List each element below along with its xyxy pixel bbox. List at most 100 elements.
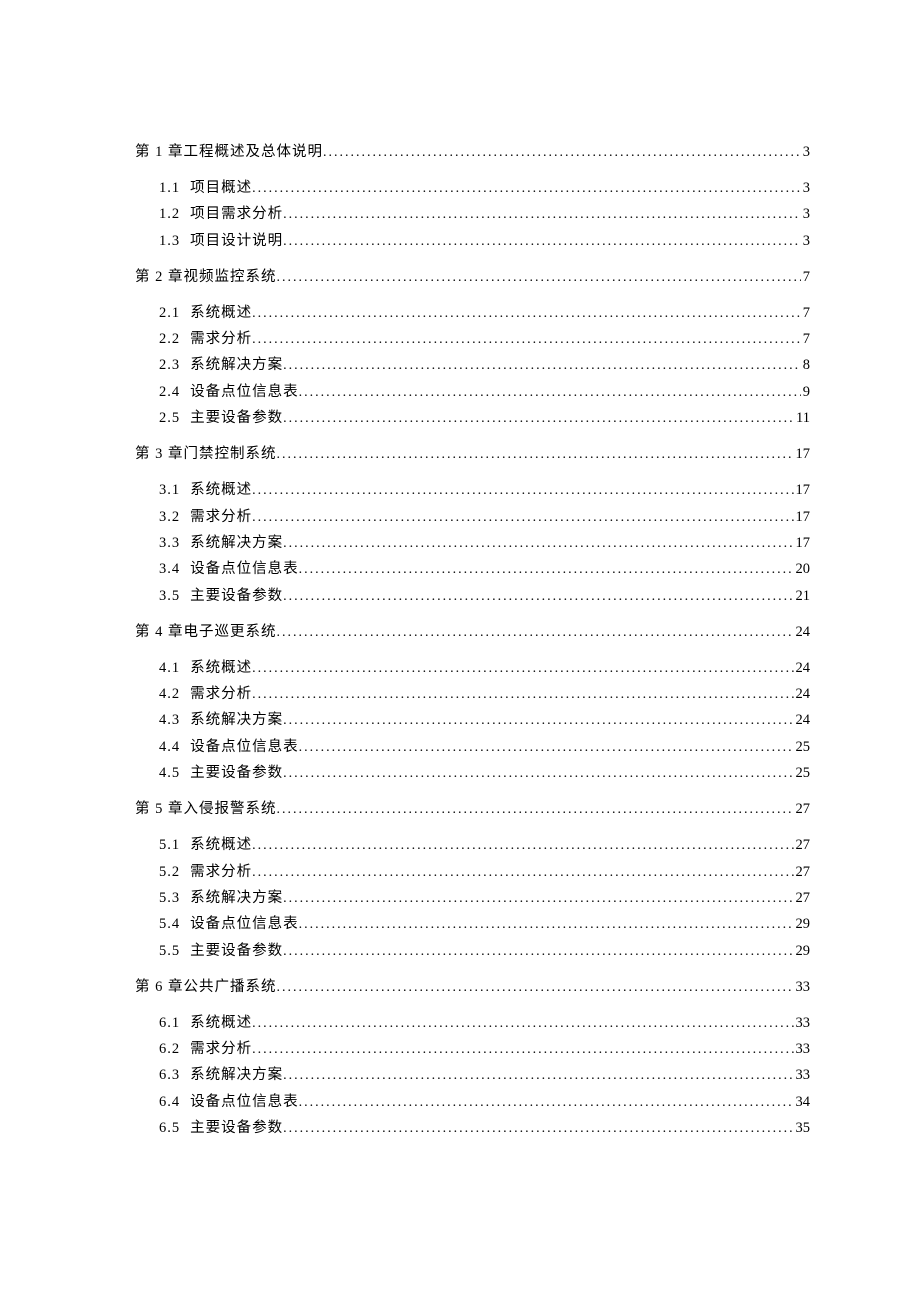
toc-dot-leader: [283, 534, 793, 554]
toc-entry-page: 25: [794, 737, 811, 758]
toc-entry-number: 1.3: [159, 231, 180, 252]
toc-entry-page: 24: [794, 684, 811, 705]
toc-section-row[interactable]: 4.3系统解决方案24: [135, 710, 810, 731]
toc-entry-number: 2.4: [159, 382, 180, 403]
toc-entry-title: 电子巡更系统: [184, 625, 277, 640]
toc-entry-number: 2.3: [159, 355, 180, 376]
toc-section-row[interactable]: 5.2 需求分析 27: [135, 862, 810, 883]
toc-chapter-row[interactable]: 第 2 章视频监控系统7: [135, 270, 810, 285]
toc-dot-leader: [252, 1014, 793, 1034]
toc-entry-page: 35: [794, 1118, 811, 1139]
toc-dot-leader: [283, 889, 793, 909]
toc-entry-page: 7: [801, 270, 810, 285]
toc-section-row[interactable]: 1.2项目需求分析3: [135, 204, 810, 225]
toc-section-row[interactable]: 4.2需求分析24: [135, 684, 810, 705]
toc-dot-leader: [252, 330, 801, 350]
toc-section-row[interactable]: 1.3项目设计说明3: [135, 231, 810, 252]
toc-section-row[interactable]: 3.5主要设备参数21: [135, 586, 810, 607]
toc-entry-title: 需求分析: [190, 862, 252, 883]
toc-entry-title: 系统解决方案: [190, 1065, 283, 1086]
toc-entry-page: 29: [794, 914, 811, 935]
toc-dot-leader: [283, 1119, 793, 1139]
toc-section-row[interactable]: 4.5主要设备参数25: [135, 763, 810, 784]
toc-entry-title: 主要设备参数: [190, 1118, 283, 1139]
toc-entry-title: 项目需求分析: [190, 204, 283, 225]
toc-entry-number: 第 1 章: [135, 145, 184, 160]
toc-chapter-row[interactable]: 第 5 章入侵报警系统27: [135, 802, 810, 817]
toc-section-row[interactable]: 1.1项目概述3: [135, 178, 810, 199]
toc-section-row[interactable]: 2.4设备点位信息表9: [135, 382, 810, 403]
toc-entry-title: 系统概述: [190, 303, 252, 324]
toc-entry-title: 设备点位信息表: [190, 737, 299, 758]
toc-entry-number: 4.4: [159, 737, 180, 758]
toc-entry-title: 主要设备参数: [190, 763, 283, 784]
toc-entry-number: 5.5: [159, 941, 180, 962]
toc-entry-number: 3.2: [159, 507, 180, 528]
toc-chapter-row[interactable]: 第 4 章电子巡更系统24: [135, 625, 810, 640]
toc-entry-page: 11: [794, 408, 810, 429]
toc-dot-leader: [252, 659, 793, 679]
toc-section-row[interactable]: 3.1系统概述17: [135, 480, 810, 501]
toc-chapter-row[interactable]: 第 6 章公共广播系统33: [135, 980, 810, 995]
toc-section-row[interactable]: 6.3系统解决方案33: [135, 1065, 810, 1086]
toc-section-row[interactable]: 6.4设备点位信息表34: [135, 1092, 810, 1113]
toc-entry-page: 27: [794, 862, 811, 883]
toc-dot-leader: [299, 915, 794, 935]
toc-entry-number: 4.5: [159, 763, 180, 784]
toc-section-row[interactable]: 4.4 设备点位信息表 25: [135, 737, 810, 758]
toc-section-row[interactable]: 4.1系统概述24: [135, 658, 810, 679]
toc-section-row[interactable]: 3.3系统解决方案17: [135, 533, 810, 554]
toc-dot-leader: [323, 146, 801, 160]
toc-entry-page: 8: [801, 355, 810, 376]
toc-section-row[interactable]: 6.2需求分析33: [135, 1039, 810, 1060]
toc-entry-number: 2.2: [159, 329, 180, 350]
toc-entry-page: 7: [801, 303, 810, 324]
toc-entry-title: 公共广播系统: [184, 980, 277, 995]
toc-section-row[interactable]: 3.4设备点位信息表20: [135, 559, 810, 580]
toc-entry-title: 设备点位信息表: [190, 559, 299, 580]
toc-dot-leader: [283, 409, 794, 429]
toc-section-row[interactable]: 6.1系统概述33: [135, 1013, 810, 1034]
toc-chapter-row[interactable]: 第 1 章工程概述及总体说明3: [135, 145, 810, 160]
toc-entry-page: 21: [794, 586, 811, 607]
toc-section-row[interactable]: 6.5 主要设备参数 35: [135, 1118, 810, 1139]
toc-entry-title: 入侵报警系统: [184, 802, 277, 817]
toc-entry-number: 5.2: [159, 862, 180, 883]
toc-chapter-row[interactable]: 第 3 章门禁控制系统17: [135, 447, 810, 462]
toc-dot-leader: [277, 271, 801, 285]
toc-section-row[interactable]: 2.1 系统概述 7: [135, 303, 810, 324]
toc-entry-title: 设备点位信息表: [190, 382, 299, 403]
toc-container: 第 1 章工程概述及总体说明31.1项目概述31.2项目需求分析31.3项目设计…: [0, 0, 920, 1244]
toc-section-row[interactable]: 2.5主要设备参数11: [135, 408, 810, 429]
toc-section-row[interactable]: 2.3系统解决方案8: [135, 355, 810, 376]
toc-entry-title: 需求分析: [190, 329, 252, 350]
toc-entry-number: 1.2: [159, 204, 180, 225]
toc-entry-number: 2.1: [159, 303, 180, 324]
toc-section-row[interactable]: 5.5主要设备参数29: [135, 941, 810, 962]
toc-entry-page: 24: [794, 658, 811, 679]
toc-section-row[interactable]: 3.2需求分析17: [135, 507, 810, 528]
toc-entry-number: 第 3 章: [135, 447, 184, 462]
toc-entry-number: 4.2: [159, 684, 180, 705]
toc-entry-number: 6.5: [159, 1118, 180, 1139]
toc-section-row[interactable]: 2.2需求分析7: [135, 329, 810, 350]
toc-dot-leader: [283, 587, 793, 607]
toc-entry-page: 33: [794, 1013, 811, 1034]
toc-entry-number: 1.1: [159, 178, 180, 199]
toc-dot-leader: [277, 448, 794, 462]
toc-dot-leader: [277, 803, 794, 817]
toc-section-row[interactable]: 5.3系统解决方案27: [135, 888, 810, 909]
toc-entry-page: 33: [794, 1065, 811, 1086]
toc-section-row[interactable]: 5.4设备点位信息表29: [135, 914, 810, 935]
toc-entry-number: 第 2 章: [135, 270, 184, 285]
toc-dot-leader: [283, 205, 801, 225]
toc-entry-title: 门禁控制系统: [184, 447, 277, 462]
toc-entry-number: 5.3: [159, 888, 180, 909]
toc-section-row[interactable]: 5.1系统概述27: [135, 835, 810, 856]
toc-entry-page: 33: [794, 980, 811, 995]
toc-entry-page: 27: [794, 802, 811, 817]
toc-entry-page: 17: [794, 533, 811, 554]
toc-dot-leader: [299, 1093, 794, 1113]
toc-entry-page: 27: [794, 835, 811, 856]
toc-dot-leader: [252, 863, 793, 883]
